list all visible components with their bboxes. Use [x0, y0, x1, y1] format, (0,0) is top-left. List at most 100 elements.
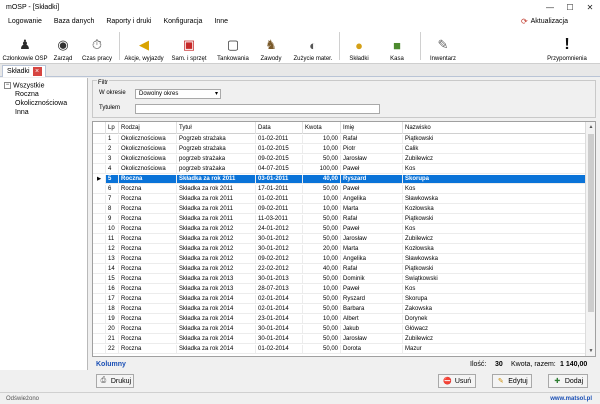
- column-header[interactable]: Nazwisko: [403, 122, 586, 134]
- website-link[interactable]: www.matsol.pl: [550, 396, 592, 402]
- toolbar-przypomnienia-button[interactable]: ! Przypomnienia: [540, 30, 594, 62]
- table-cell: Marta: [341, 205, 403, 214]
- column-header[interactable]: Lp: [106, 122, 119, 134]
- column-header[interactable]: Data: [256, 122, 303, 134]
- table-row[interactable]: 19 Roczna Składka za rok 2014 23-01-2014 10,…: [93, 315, 586, 324]
- delete-button[interactable]: ⛔ Usuń: [438, 374, 476, 388]
- row-indicator[interactable]: [93, 305, 106, 314]
- tab-skladki[interactable]: Składki ×: [2, 65, 46, 77]
- table-row[interactable]: 20 Roczna Składka za rok 2014 30-01-2014 50,…: [93, 325, 586, 334]
- row-indicator[interactable]: [93, 285, 106, 294]
- row-indicator[interactable]: [93, 135, 106, 144]
- column-header[interactable]: Imię: [341, 122, 403, 134]
- collapse-icon[interactable]: −: [4, 82, 11, 89]
- row-indicator[interactable]: [93, 215, 106, 224]
- row-indicator[interactable]: [93, 265, 106, 274]
- row-indicator[interactable]: [93, 205, 106, 214]
- row-indicator[interactable]: [93, 295, 106, 304]
- table-row[interactable]: 21 Roczna Składka za rok 2014 30-01-2014 50,…: [93, 335, 586, 344]
- table-row[interactable]: 6 Roczna Składka za rok 2011 17-01-2011 50,0…: [93, 185, 586, 194]
- title-input[interactable]: [135, 104, 380, 114]
- toolbar-akcje-button[interactable]: ◀ Akcje, wyjazdy: [124, 30, 164, 62]
- row-indicator[interactable]: [93, 345, 106, 354]
- tree-node-roczna[interactable]: Roczna: [15, 91, 39, 98]
- contributions-table: Lp Rodzaj Tytuł Data Kwota Imię Nazwisko 1 Okol…: [92, 121, 596, 357]
- row-indicator[interactable]: [93, 195, 106, 204]
- row-indicator[interactable]: [93, 145, 106, 154]
- tree-node-inna[interactable]: Inna: [15, 109, 29, 116]
- row-indicator[interactable]: [93, 165, 106, 174]
- current-row-icon[interactable]: ▶: [93, 175, 106, 184]
- close-icon[interactable]: ✕: [580, 0, 600, 14]
- table-row[interactable]: 22 Roczna Składka za rok 2014 01-02-2014 50,…: [93, 345, 586, 354]
- toolbar-skladki-button[interactable]: ● Składki: [346, 30, 372, 63]
- row-indicator[interactable]: [93, 225, 106, 234]
- scroll-up-icon[interactable]: ▲: [586, 122, 595, 132]
- toolbar-zawody-button[interactable]: ♞ Zawody: [256, 30, 286, 62]
- menu-logowanie[interactable]: Logowanie: [8, 18, 42, 25]
- columns-link[interactable]: Kolumny: [96, 361, 126, 371]
- table-row[interactable]: 7 Roczna Składka za rok 2011 01-02-2011 10,0…: [93, 195, 586, 204]
- toolbar-kasa-button[interactable]: ■ Kasa: [384, 30, 410, 63]
- update-button[interactable]: ⟳ Aktualizacja: [521, 17, 568, 26]
- row-indicator[interactable]: [93, 185, 106, 194]
- scroll-down-icon[interactable]: ▼: [586, 346, 595, 356]
- print-button[interactable]: ⎙ Drukuj: [96, 374, 134, 388]
- table-cell: Roczna: [119, 255, 177, 264]
- tree-node-okolicznosciowa[interactable]: Okolicznościowa: [15, 100, 67, 107]
- tree-node-wszystkie[interactable]: − Wszystkie: [4, 82, 45, 89]
- column-header[interactable]: Rodzaj: [119, 122, 177, 134]
- toolbar-czas-pracy-button[interactable]: ⏱ Czas pracy: [82, 30, 112, 62]
- column-header[interactable]: Kwota: [303, 122, 341, 134]
- table-row[interactable]: 12 Roczna Składka za rok 2012 30-01-2012 20,…: [93, 245, 586, 254]
- tab-close-icon[interactable]: ×: [32, 67, 42, 76]
- table-row[interactable]: 9 Roczna Składka za rok 2011 11-03-2011 50,0…: [93, 215, 586, 224]
- row-indicator[interactable]: [93, 315, 106, 324]
- table-row[interactable]: ▶ 5 Roczna Składka za rok 2011 03-01-2011 40,…: [93, 175, 586, 184]
- scroll-thumb[interactable]: [588, 134, 594, 312]
- toolbar-sprzet-button[interactable]: ▣ Sam. i sprzęt: [170, 30, 208, 62]
- row-indicator[interactable]: [93, 325, 106, 334]
- row-indicator[interactable]: [93, 255, 106, 264]
- table-row[interactable]: 4 Okolicznościowa pogrzeb strażaka 04-07-20…: [93, 165, 586, 174]
- table-cell: 50,00: [303, 155, 341, 164]
- table-row[interactable]: 3 Okolicznościowa pogrzeb strażaka 09-02-20…: [93, 155, 586, 164]
- table-row[interactable]: 15 Roczna Składka za rok 2013 30-01-2013 50,…: [93, 275, 586, 284]
- add-button[interactable]: ✚ Dodaj: [548, 374, 588, 388]
- row-indicator[interactable]: [93, 155, 106, 164]
- table-row[interactable]: 8 Roczna Składka za rok 2011 09-02-2011 10,0…: [93, 205, 586, 214]
- menu-inne[interactable]: Inne: [214, 18, 228, 25]
- table-row[interactable]: 2 Okolicznościowa Pogrzeb strażaka 01-02-20…: [93, 145, 586, 154]
- toolbar-tankowania-button[interactable]: ▢ Tankowania: [216, 30, 250, 62]
- table-row[interactable]: 14 Roczna Składka za rok 2012 22-02-2012 40,…: [93, 265, 586, 274]
- table-cell: 11: [106, 235, 119, 244]
- table-row[interactable]: 10 Roczna Składka za rok 2012 24-01-2012 50,…: [93, 225, 586, 234]
- vertical-scrollbar[interactable]: ▲ ▼: [585, 122, 595, 356]
- table-row[interactable]: 16 Roczna Składka za rok 2013 28-07-2013 10,…: [93, 285, 586, 294]
- table-cell: 10,00: [303, 205, 341, 214]
- table-cell: 30-01-2014: [256, 325, 303, 334]
- period-select[interactable]: Dowolny okres ▾: [135, 89, 221, 99]
- table-row[interactable]: 11 Roczna Składka za rok 2012 30-01-2012 50,…: [93, 235, 586, 244]
- period-label: W okresie: [99, 90, 126, 96]
- table-row[interactable]: 13 Roczna Składka za rok 2012 09-02-2012 10,…: [93, 255, 586, 264]
- table-row[interactable]: 18 Roczna Składka za rok 2014 02-01-2014 50,…: [93, 305, 586, 314]
- table-row[interactable]: 1 Okolicznościowa Pogrzeb strażaka 01-02-20…: [93, 135, 586, 144]
- row-indicator[interactable]: [93, 335, 106, 344]
- minimize-icon[interactable]: —: [540, 0, 560, 14]
- menu-baza-danych[interactable]: Baza danych: [54, 18, 94, 25]
- edit-button[interactable]: ✎ Edytuj: [492, 374, 532, 388]
- column-header[interactable]: Tytuł: [177, 122, 256, 134]
- maximize-icon[interactable]: ☐: [560, 0, 580, 14]
- menu-raporty[interactable]: Raporty i druki: [106, 18, 151, 25]
- table-cell: 5: [106, 175, 119, 184]
- table-row[interactable]: 17 Roczna Składka za rok 2014 02-01-2014 50,…: [93, 295, 586, 304]
- toolbar-zarzad-button[interactable]: ◉ Zarząd: [50, 30, 76, 62]
- toolbar-zuzycie-button[interactable]: ◐ Zużycie mater.: [292, 30, 334, 63]
- toolbar-czlonkowie-button[interactable]: ♟ Członkowie OSP: [2, 30, 47, 62]
- row-indicator[interactable]: [93, 275, 106, 284]
- row-indicator[interactable]: [93, 235, 106, 244]
- menu-konfiguracja[interactable]: Konfiguracja: [164, 18, 203, 25]
- toolbar-inwentarz-button[interactable]: ✎ Inwentarz: [426, 30, 460, 62]
- row-indicator[interactable]: [93, 245, 106, 254]
